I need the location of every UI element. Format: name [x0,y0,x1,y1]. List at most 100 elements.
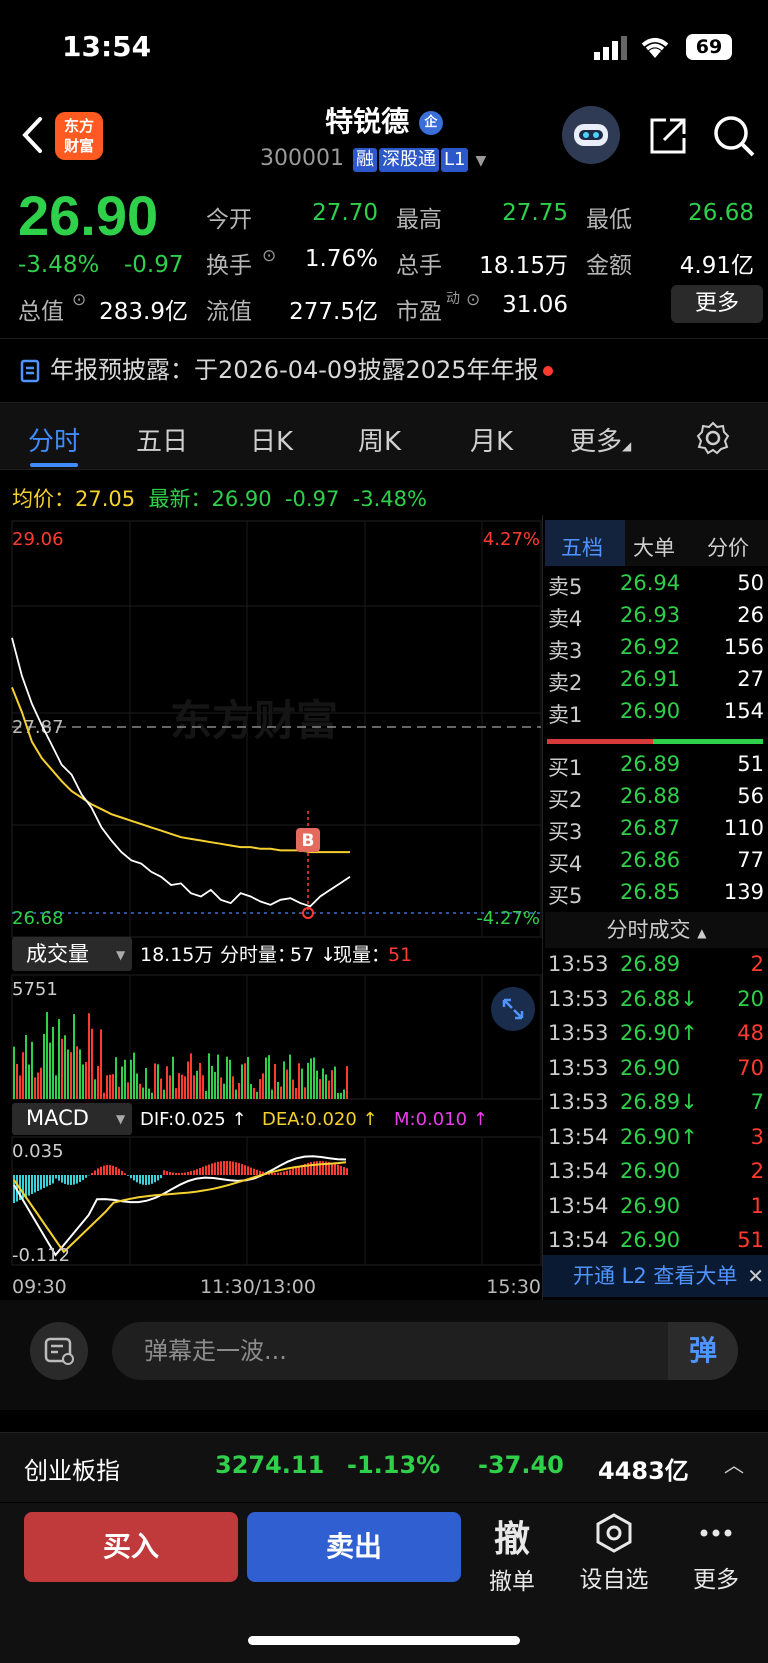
macd-bar [43,1175,45,1188]
tab-five-levels[interactable]: 五档 [561,532,603,562]
ask-row-1[interactable]: 卖1 26.90 154 [548,699,764,729]
macd-bar [340,1165,342,1175]
share-icon[interactable] [648,116,688,156]
danmaku-settings-icon[interactable] [30,1322,88,1380]
volume-bar [196,1070,198,1099]
volume-bar [298,1063,300,1099]
sell-button[interactable]: 卖出 [247,1512,461,1582]
more-dots-icon [700,1529,732,1537]
ask-row-4[interactable]: 卖4 26.93 26 [548,603,764,633]
macd-bar [13,1175,15,1203]
ask-row-2[interactable]: 卖2 26.91 27 [548,667,764,697]
pct-top-label: 4.27% [483,529,540,550]
index-ticker-bar[interactable]: 创业板指 3274.11 -1.13% -37.40 4483亿 ︿ [0,1432,768,1502]
index-name: 创业板指 [24,1457,120,1485]
macd-bar [124,1173,126,1175]
info-icon[interactable]: ⊙ [72,290,86,310]
annual-report-notice[interactable]: 年报预披露：于2026-04-09披露2025年年报 [20,350,553,385]
macd-bar [40,1175,42,1190]
status-time: 13:54 [62,30,152,63]
macd-bar [286,1170,288,1175]
macd-bar [283,1171,285,1175]
info-icon[interactable]: ⊙ [466,290,480,310]
macd-bar [235,1162,237,1175]
volume-bar [100,1029,102,1099]
macd-bar [229,1161,231,1175]
volume-bar [61,1038,63,1099]
svg-text:▼: ▼ [116,948,126,962]
macd-bar [190,1171,192,1175]
macd-bar [67,1175,69,1185]
volume-bar [157,1064,159,1099]
volume-bar [283,1061,285,1099]
volume-bar [22,1052,24,1099]
add-watchlist-button[interactable]: 设自选 [574,1512,654,1594]
volume-bar [16,1063,18,1099]
bid-row-5[interactable]: 买5 26.85 139 [548,880,764,910]
volume-bar [295,1088,297,1099]
macd-bar [79,1175,81,1183]
bid-row-1[interactable]: 买1 26.89 51 [548,752,764,782]
l2-promo-bar[interactable]: 开通 L2 查看大单 ✕ [543,1255,768,1297]
more-quote-button[interactable]: 更多 [671,285,763,323]
volume-bar [205,1090,207,1099]
cancel-icon: 撤 [493,1519,530,1560]
change-amount: -0.97 [124,252,184,278]
volume-bar [172,1056,174,1099]
tab-daily-k[interactable]: 日K [250,421,293,458]
chevron-up-icon[interactable]: ︿ [724,1449,744,1478]
tab-more[interactable]: 更多◢ [570,421,631,458]
x-label-open: 09:30 [12,1276,67,1298]
buy-button[interactable]: 买入 [24,1512,238,1582]
value-market-cap: 283.9亿 [99,299,188,325]
tab-weekly-k[interactable]: 周K [358,421,401,458]
macd-dif: DIF:0.025 ↑ [140,1109,247,1130]
volume-bar [340,1092,342,1099]
macd-bar [172,1172,174,1175]
y-bottom-label: 26.68 [12,908,64,929]
more-actions-button[interactable]: 更多 [676,1512,756,1594]
cancel-order-button[interactable]: 撤 撤单 [472,1510,552,1596]
volume-bar [208,1053,210,1099]
search-icon[interactable] [712,114,756,158]
macd-top: 0.035 [12,1141,64,1162]
ask-row-3[interactable]: 卖3 26.92 156 [548,635,764,665]
macd-bar [157,1175,159,1181]
info-icon[interactable]: ⊙ [262,246,276,266]
bid-row-3[interactable]: 买3 26.87 110 [548,816,764,846]
macd-bar [226,1161,228,1175]
tab-monthly-k[interactable]: 月K [470,421,513,458]
chart-watermark: 东方财富 [170,696,338,745]
danmaku-toggle-button[interactable]: 弹 [668,1322,738,1380]
ai-assistant-icon[interactable] [562,106,620,164]
volume-bar [268,1055,270,1099]
home-indicator [248,1636,520,1645]
current-volume: 51 [388,944,412,966]
macd-bar [121,1170,123,1175]
trades-header[interactable]: 分时成交 ▲ [545,912,768,948]
bid-row-2[interactable]: 买2 26.88 56 [548,784,764,814]
value-amount: 4.91亿 [679,253,754,279]
bid-row-4[interactable]: 买4 26.86 77 [548,848,764,878]
volume-bar [241,1064,243,1099]
danmaku-input[interactable]: 弹幕走一波... [112,1322,738,1380]
intraday-chart[interactable]: 东方财富 29.06 27.87 26.68 4.27% -4.27% B 成交… [0,515,545,1300]
volume-bar [322,1068,324,1099]
tab-intraday[interactable]: 分时 [28,421,80,458]
settings-icon[interactable] [696,421,730,455]
volume-bar [277,1081,279,1099]
volume-bar [319,1079,321,1099]
macd-bar [154,1175,156,1183]
macd-bar [118,1168,120,1175]
tab-five-day[interactable]: 五日 [136,421,188,458]
macd-bar [247,1166,249,1175]
macd-bar [187,1171,189,1175]
ask-row-5[interactable]: 卖5 26.94 50 [548,571,764,601]
svg-text:B: B [302,831,315,851]
price-line [11,637,351,908]
tab-price-distribution[interactable]: 分价 [707,532,749,562]
macd-bar [250,1167,252,1175]
tab-large-orders[interactable]: 大单 [633,532,675,562]
close-icon[interactable]: ✕ [747,1255,764,1297]
trade-row: 13:53 26.89 2 [548,952,764,976]
